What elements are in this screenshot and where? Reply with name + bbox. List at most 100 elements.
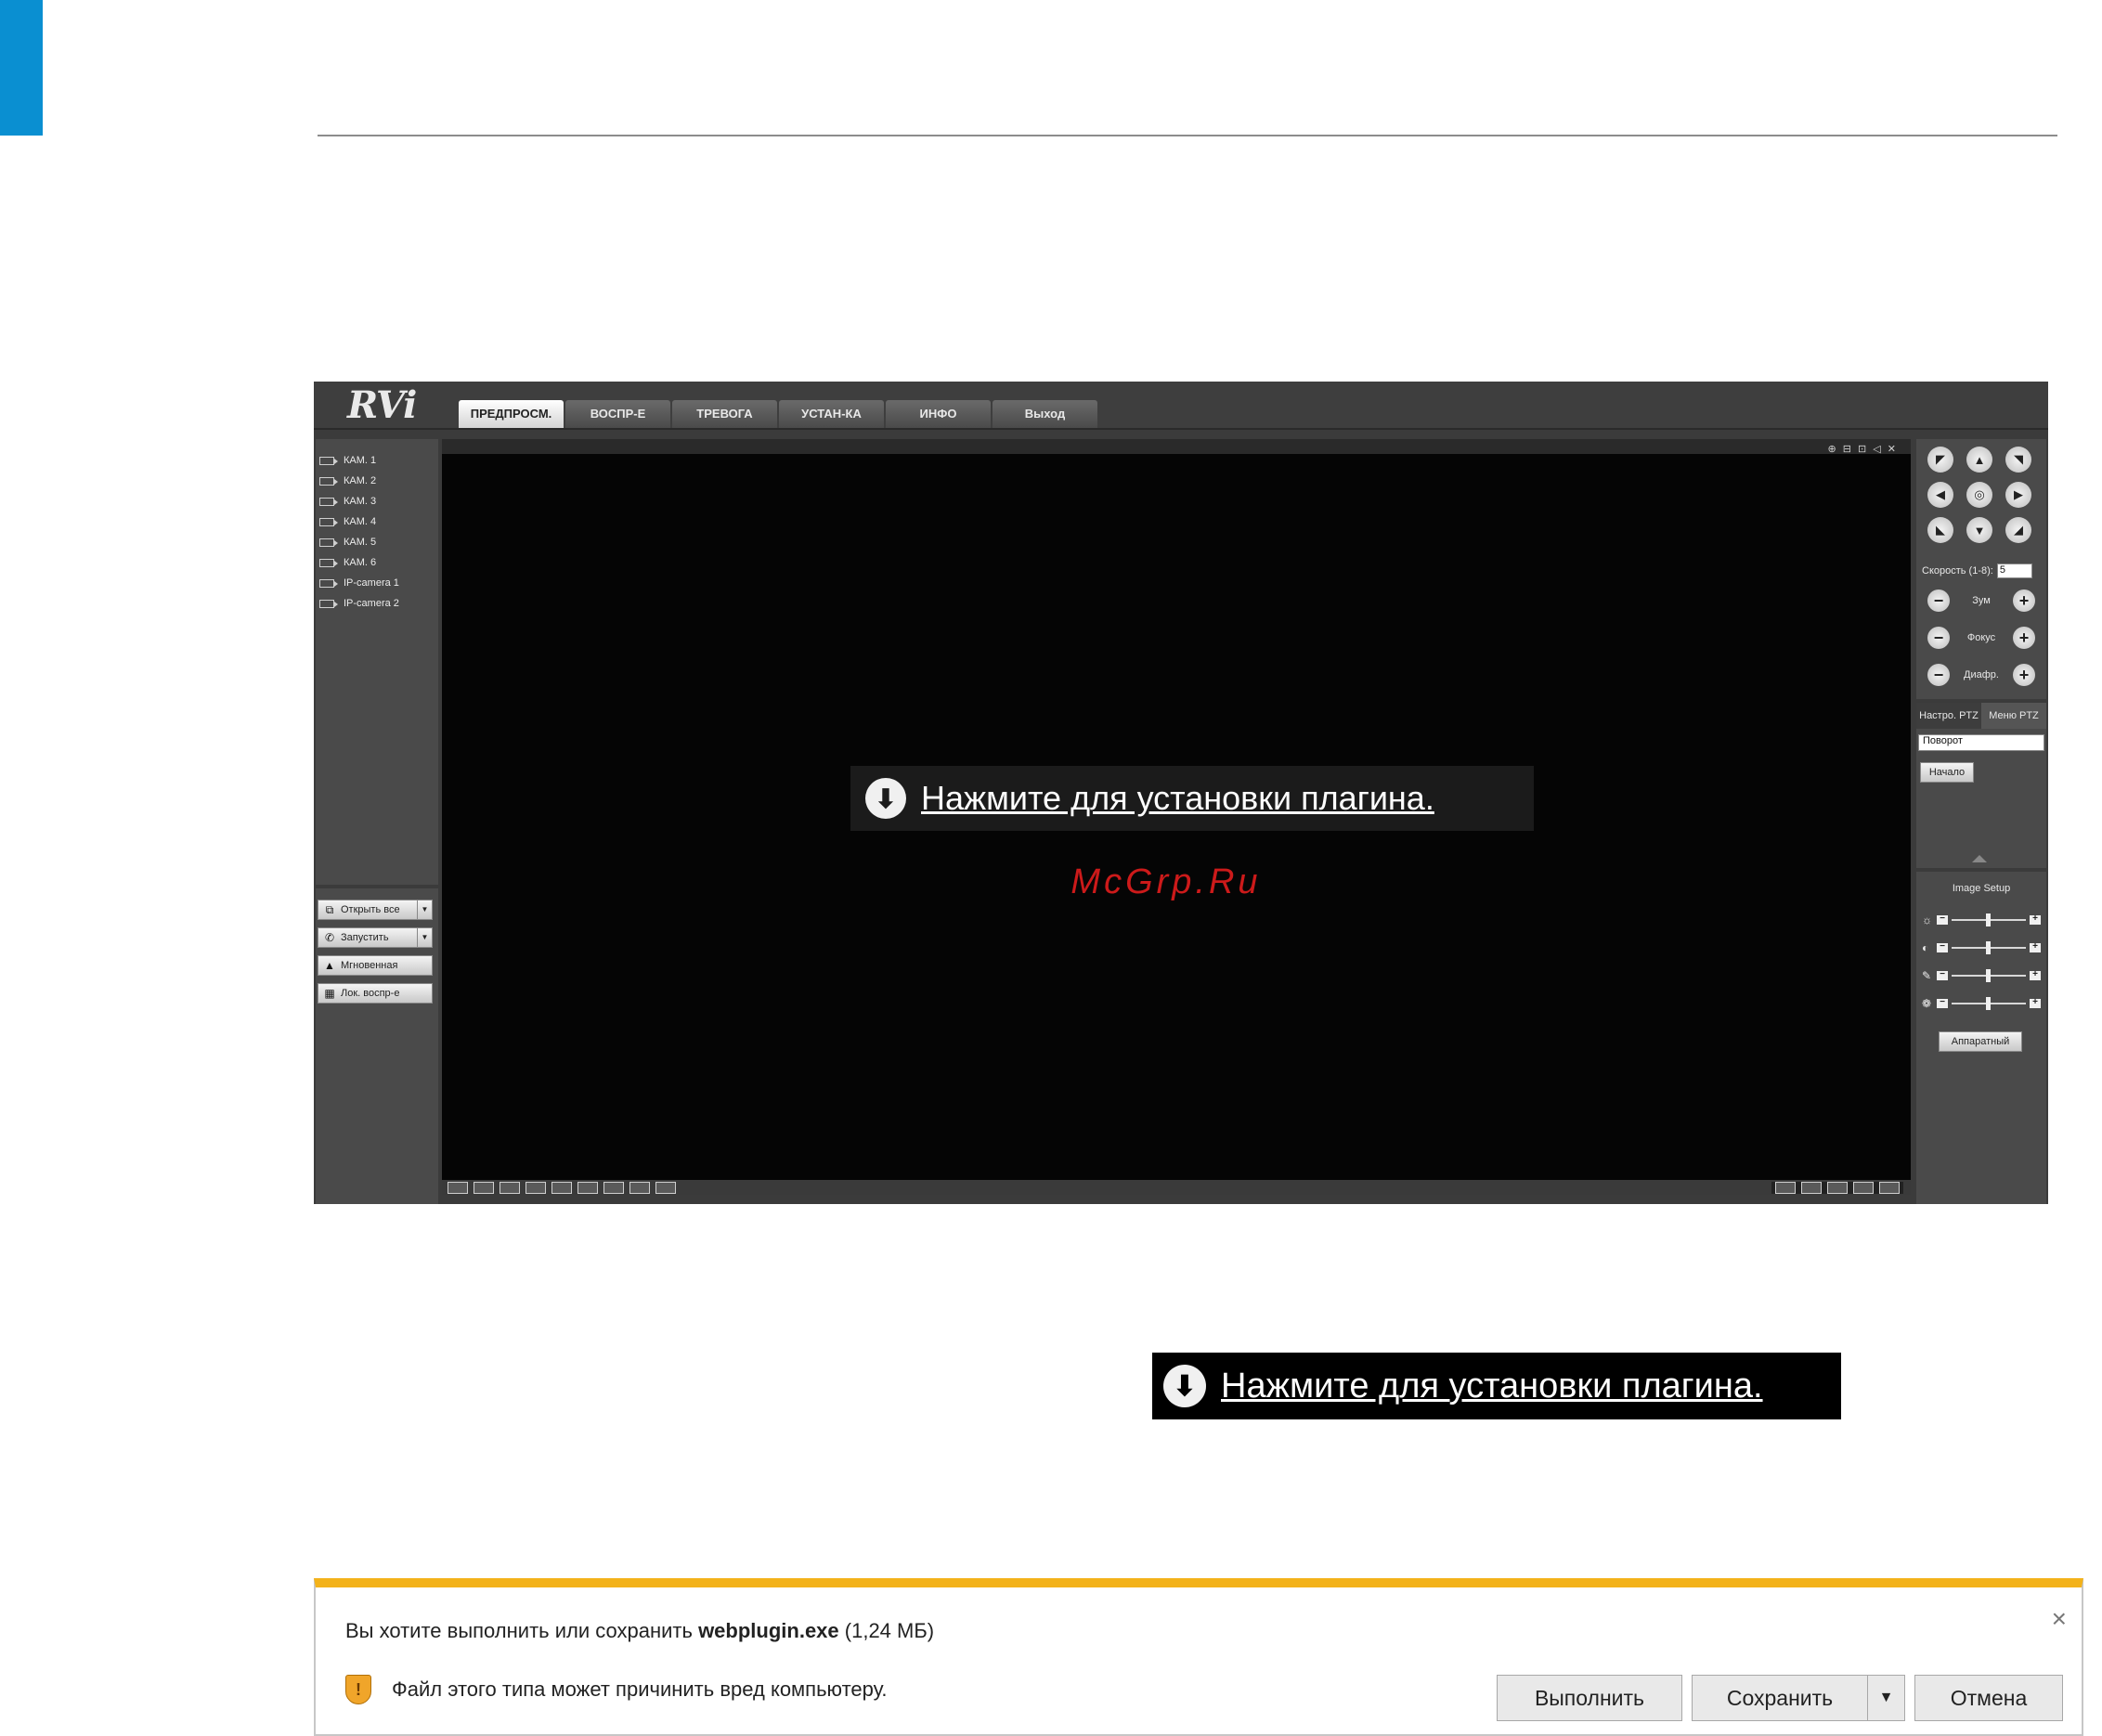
zoom-in-button[interactable]: + xyxy=(2013,589,2035,612)
tab-preview[interactable]: ПРЕДПРОСМ. xyxy=(459,400,564,428)
hue-knob[interactable] xyxy=(1985,997,1991,1010)
camera-item[interactable]: IP-camera 2 xyxy=(316,593,438,614)
layout-button[interactable] xyxy=(448,1182,468,1194)
ptz-up-left-button[interactable]: ◤ xyxy=(1927,447,1953,473)
ptz-down-button[interactable]: ▼ xyxy=(1966,517,1992,543)
camera-item[interactable]: КАМ. 5 xyxy=(316,532,438,552)
layout-button[interactable] xyxy=(551,1182,572,1194)
plugin-install-prompt[interactable]: ⬇ Нажмите для установки плагина. xyxy=(850,766,1534,831)
save-options-dropdown[interactable]: ▼ xyxy=(1868,1675,1905,1721)
open-all-dropdown[interactable]: ▼ xyxy=(418,900,433,920)
plugin-install-banner[interactable]: ⬇ Нажмите для установки плагина. xyxy=(1152,1353,1841,1419)
contrast-track[interactable] xyxy=(1952,941,2026,954)
close-icon[interactable]: × xyxy=(2052,1604,2067,1634)
video-bottom-bar xyxy=(442,1180,1911,1195)
camera-item[interactable]: КАМ. 2 xyxy=(316,471,438,491)
open-all-button[interactable]: ⧉ Открыть все xyxy=(318,900,418,920)
tab-setup[interactable]: УСТАН-КА xyxy=(779,400,884,428)
speed-select[interactable]: 5 xyxy=(1996,564,2032,578)
start-talk-button[interactable]: ✆ Запустить xyxy=(318,927,418,948)
layout-button[interactable] xyxy=(474,1182,494,1194)
plugin-banner-link[interactable]: Нажмите для установки плагина. xyxy=(1221,1367,1763,1406)
contrast-slider[interactable]: ◐ − + xyxy=(1922,940,2041,955)
saturation-plus-button[interactable]: + xyxy=(2030,970,2041,980)
contrast-knob[interactable] xyxy=(1985,941,1991,954)
zoom-out-button[interactable]: − xyxy=(1927,589,1950,612)
focus-minus-button[interactable]: − xyxy=(1927,627,1950,649)
run-button[interactable]: Выполнить xyxy=(1497,1675,1682,1721)
layout-button[interactable] xyxy=(500,1182,520,1194)
split-button[interactable] xyxy=(1879,1182,1900,1194)
tab-alarm[interactable]: ТРЕВОГА xyxy=(672,400,777,428)
hue-plus-button[interactable]: + xyxy=(2030,998,2041,1008)
camera-item[interactable]: КАМ. 1 xyxy=(316,450,438,471)
start-talk-dropdown[interactable]: ▼ xyxy=(418,927,433,948)
local-playback-button[interactable]: ▦ Лок. воспр-е xyxy=(318,983,433,1004)
ptz-mode-select[interactable]: Поворот xyxy=(1918,734,2044,751)
split-button[interactable] xyxy=(1775,1182,1796,1194)
split-button[interactable] xyxy=(1801,1182,1822,1194)
tab-playback[interactable]: ВОСПР-Е xyxy=(565,400,670,428)
camera-item[interactable]: IP-camera 1 xyxy=(316,573,438,593)
save-button[interactable]: Сохранить xyxy=(1692,1675,1868,1721)
split-screen-buttons xyxy=(1771,1182,1903,1194)
watermark: McGrp.Ru xyxy=(1070,862,1262,901)
layout-button[interactable] xyxy=(577,1182,598,1194)
split-button[interactable] xyxy=(1827,1182,1848,1194)
zoom-label: Зум xyxy=(1972,595,1991,606)
hue-slider[interactable]: ❁ − + xyxy=(1922,996,2041,1011)
iris-plus-button[interactable]: + xyxy=(2013,664,2035,686)
hardware-button[interactable]: Аппаратный xyxy=(1939,1031,2022,1052)
contrast-icon: ◐ xyxy=(1922,941,1929,954)
ptz-down-right-button[interactable]: ◢ xyxy=(2005,517,2031,543)
collapse-arrow-icon[interactable] xyxy=(1972,855,1987,862)
split-button[interactable] xyxy=(1853,1182,1874,1194)
window-layout-buttons xyxy=(448,1182,676,1194)
layout-button[interactable] xyxy=(603,1182,624,1194)
ptz-center-button[interactable]: ◎ xyxy=(1966,482,1992,508)
focus-plus-button[interactable]: + xyxy=(2012,627,2035,649)
ptz-up-button[interactable]: ▲ xyxy=(1966,447,1992,473)
ptz-down-left-button[interactable]: ◣ xyxy=(1927,517,1953,543)
brightness-track[interactable] xyxy=(1952,913,2026,926)
camera-item[interactable]: КАМ. 6 xyxy=(316,552,438,573)
brightness-plus-button[interactable]: + xyxy=(2030,914,2041,925)
saturation-minus-button[interactable]: − xyxy=(1937,970,1948,980)
layout-button[interactable] xyxy=(655,1182,676,1194)
hue-minus-button[interactable]: − xyxy=(1937,998,1948,1008)
layout-button[interactable] xyxy=(629,1182,650,1194)
ptz-right-button[interactable]: ▶ xyxy=(2005,482,2031,508)
tab-ptz-menu[interactable]: Меню PTZ xyxy=(1981,703,2046,729)
camera-item[interactable]: КАМ. 4 xyxy=(316,512,438,532)
camera-label: КАМ. 5 xyxy=(344,537,377,548)
ptz-start-button[interactable]: Начало xyxy=(1920,762,1974,783)
saturation-knob[interactable] xyxy=(1985,969,1991,982)
ptz-up-right-button[interactable]: ◥ xyxy=(2005,447,2031,473)
tab-ptz-settings[interactable]: Настро. PTZ xyxy=(1916,703,1981,729)
camera-item[interactable]: КАМ. 3 xyxy=(316,491,438,512)
layout-button[interactable] xyxy=(526,1182,546,1194)
camera-label: КАМ. 2 xyxy=(344,475,377,486)
hue-track[interactable] xyxy=(1952,997,2026,1010)
tab-info[interactable]: ИНФО xyxy=(886,400,991,428)
ptz-left-button[interactable]: ◀ xyxy=(1927,482,1953,508)
brightness-slider[interactable]: ☼ − + xyxy=(1922,913,2041,927)
tab-logout[interactable]: Выход xyxy=(993,400,1097,428)
video-window[interactable]: ⬇ Нажмите для установки плагина. McGrp.R… xyxy=(442,454,1911,1180)
snapshot-button[interactable]: ▲ Мгновенная xyxy=(318,955,433,976)
contrast-plus-button[interactable]: + xyxy=(2030,942,2041,952)
contrast-minus-button[interactable]: − xyxy=(1937,942,1948,952)
local-playback-label: Лок. воспр-е xyxy=(341,988,400,999)
brightness-minus-button[interactable]: − xyxy=(1937,914,1948,925)
camera-label: КАМ. 3 xyxy=(344,496,377,507)
iris-minus-button[interactable]: − xyxy=(1927,664,1950,686)
ptz-config-tabs: Настро. PTZ Меню PTZ xyxy=(1916,703,2046,729)
download-notification-bar: Вы хотите выполнить или сохранить webplu… xyxy=(314,1578,2083,1736)
plugin-install-link[interactable]: Нажмите для установки плагина. xyxy=(921,779,1434,818)
cancel-button[interactable]: Отмена xyxy=(1914,1675,2063,1721)
brightness-knob[interactable] xyxy=(1985,913,1991,926)
saturation-slider[interactable]: ✎ − + xyxy=(1922,968,2041,983)
snapshot-label: Мгновенная xyxy=(341,960,398,971)
saturation-track[interactable] xyxy=(1952,969,2026,982)
camera-label: КАМ. 6 xyxy=(344,557,377,568)
